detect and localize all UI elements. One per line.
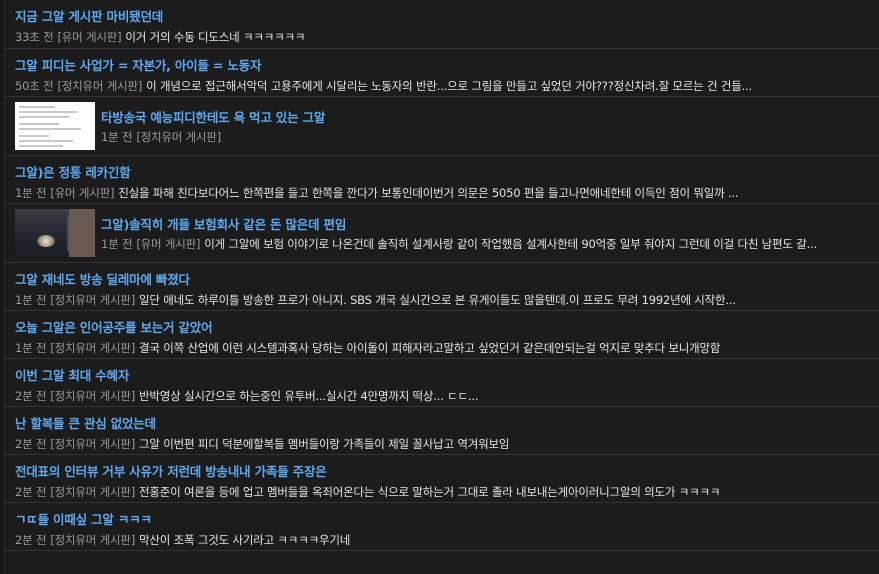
post-board: [정치유머 게시판]	[50, 389, 136, 403]
post-time: 1분 전	[101, 237, 133, 251]
list-item[interactable]: 오늘 그알은 인어공주를 보는거 같았어 1분 전 [정치유머 게시판] 결국 이쪽…	[5, 311, 879, 359]
post-meta: 1분 전 [정치유머 게시판]	[101, 129, 871, 145]
post-time: 2분 전	[15, 437, 47, 451]
post-time: 2분 전	[15, 533, 47, 547]
post-meta: 1분 전 [유머 게시판] 이게 그알에 보험 이야기로 나온건데 솔직히 설계사랑…	[101, 236, 871, 252]
thumbnail-text-line	[19, 135, 49, 137]
post-title[interactable]: 타방송국 예능피디한테도 욕 먹고 있는 그알	[101, 107, 325, 126]
post-excerpt: 진실을 파해 친다보다어느 한쪽편을 들고 한쪽을 깐다가 보통인데이번거 의문…	[118, 186, 739, 200]
list-item[interactable]: 그알)솔직히 개들 보험회사 같은 돈 많은데 편임 1분 전 [유머 게시판] 이…	[5, 204, 879, 263]
post-thumbnail-image[interactable]	[15, 209, 95, 257]
post-meta: 33초 전 [유머 게시판] 이거 거의 수동 디도스네 ㅋㅋㅋㅋㅋㅋ	[15, 29, 865, 45]
post-meta: 2분 전 [정치유머 게시판] 반박영상 실시간으로 하는중인 유투버...실시간 …	[15, 388, 865, 404]
list-item[interactable]: 그알 피디는 사업가 = 자본가, 아이돌 = 노동자 50초 전 [정치유머 게…	[5, 49, 879, 97]
post-board: [정치유머 게시판]	[50, 533, 136, 547]
post-excerpt: 막산이 조폭 그것도 사기라고 ㅋㅋㅋㅋ우기네	[139, 533, 351, 547]
post-excerpt: 반박영상 실시간으로 하는중인 유투버...실시간 4만명까지 떡상... ㄷㄷ…	[139, 389, 479, 403]
post-title[interactable]: 전대표의 인터뷰 거부 사유가 저런데 방송내내 가족들 주장은	[15, 461, 327, 480]
post-time: 33초 전	[15, 30, 54, 44]
post-title[interactable]: 그알)은 정통 레카긴함	[15, 162, 131, 181]
list-item[interactable]: 그알 재네도 방송 딜레마에 빠졌다 1분 전 [정치유머 게시판] 일단 애네도 …	[5, 263, 879, 311]
thumbnail-detail	[69, 209, 95, 257]
thumbnail-text-line	[19, 111, 77, 113]
post-excerpt: 이게 그알에 보험 이야기로 나온건데 솔직히 설계사랑 같이 작업했음 설계사…	[204, 237, 817, 251]
post-title[interactable]: 그알 재네도 방송 딜레마에 빠졌다	[15, 269, 190, 288]
thumbnail-text-line	[19, 145, 63, 147]
post-board: [정치유머 게시판]	[50, 293, 136, 307]
post-board: [정치유머 게시판]	[50, 341, 136, 355]
thumbnail-text-line	[19, 140, 73, 142]
list-item[interactable]: 지금 그알 게시판 마비됐던데 33초 전 [유머 게시판] 이거 거의 수동 디도…	[5, 0, 879, 49]
post-title[interactable]: 난 할복들 큰 관심 없었는데	[15, 413, 156, 432]
post-meta: 2분 전 [정치유머 게시판] 그알 이번편 피디 덕분에할복들 멤버들이랑 가족들…	[15, 436, 865, 452]
thumbnail-text-line	[19, 106, 55, 108]
post-excerpt: 결국 이쪽 산업에 이런 시스템과혹사 당하는 아이돌이 피해자라고말하고 싶었…	[139, 341, 721, 355]
post-time: 1분 전	[15, 293, 47, 307]
post-meta: 2분 전 [정치유머 게시판] 전홍준이 여론을 등에 업고 멤버들을 옥죄어온다는…	[15, 484, 865, 500]
post-board: [정치유머 게시판]	[50, 437, 136, 451]
post-time: 1분 전	[101, 130, 133, 144]
post-meta: 1분 전 [정치유머 게시판] 결국 이쪽 산업에 이런 시스템과혹사 당하는 아이…	[15, 340, 865, 356]
post-time: 2분 전	[15, 389, 47, 403]
post-title[interactable]: 이번 그알 최대 수혜자	[15, 365, 129, 384]
post-meta: 2분 전 [정치유머 게시판] 막산이 조폭 그것도 사기라고 ㅋㅋㅋㅋ우기네	[15, 532, 865, 548]
post-board: [유머 게시판]	[57, 30, 122, 44]
post-title[interactable]: 그알 피디는 사업가 = 자본가, 아이돌 = 노동자	[15, 55, 261, 74]
post-title[interactable]: ㄱㄸ들 이때싶 그알 ㅋㅋㅋ	[15, 509, 152, 528]
post-excerpt: 이 개념으로 접근해서악덕 고용주에게 시달리는 노동자의 반란...으로 그림…	[146, 79, 752, 93]
list-item[interactable]: 이번 그알 최대 수혜자 2분 전 [정치유머 게시판] 반박영상 실시간으로 하는…	[5, 359, 879, 407]
post-board: [유머 게시판]	[136, 237, 201, 251]
post-meta: 50초 전 [정치유머 게시판] 이 개념으로 접근해서악덕 고용주에게 시달리는 …	[15, 78, 865, 94]
list-item[interactable]: 전대표의 인터뷰 거부 사유가 저런데 방송내내 가족들 주장은 2분 전 [정치…	[5, 455, 879, 503]
post-list: 지금 그알 게시판 마비됐던데 33초 전 [유머 게시판] 이거 거의 수동 디도…	[4, 0, 879, 574]
post-time: 1분 전	[15, 341, 47, 355]
list-item[interactable]: 그알)은 정통 레카긴함 1분 전 [유머 게시판] 진실을 파해 친다보다어느 한…	[5, 156, 879, 204]
thumbnail-text-line	[19, 116, 69, 118]
post-title[interactable]: 오늘 그알은 인어공주를 보는거 같았어	[15, 317, 213, 336]
list-item[interactable]: 난 할복들 큰 관심 없었는데 2분 전 [정치유머 게시판] 그알 이번편 피디 …	[5, 407, 879, 455]
post-time: 1분 전	[15, 186, 47, 200]
post-excerpt: 그알 이번편 피디 덕분에할복들 멤버들이랑 가족들이 제일 꼴사납고 역겨워보…	[139, 437, 510, 451]
post-time: 2분 전	[15, 485, 47, 499]
post-board: [정치유머 게시판]	[57, 79, 143, 93]
post-meta: 1분 전 [정치유머 게시판] 일단 애네도 하루이틀 방송한 프로가 아니지. S…	[15, 292, 865, 308]
post-meta: 1분 전 [유머 게시판] 진실을 파해 친다보다어느 한쪽편을 들고 한쪽을 깐다…	[15, 185, 865, 201]
post-excerpt: 일단 애네도 하루이틀 방송한 프로가 아니지. SBS 개국 실시간으로 본 …	[139, 293, 736, 307]
post-title[interactable]: 지금 그알 게시판 마비됐던데	[15, 6, 163, 25]
list-item[interactable]: ㄱㄸ들 이때싶 그알 ㅋㅋㅋ 2분 전 [정치유머 게시판] 막산이 조폭 그것도 …	[5, 503, 879, 551]
list-item[interactable]: 타방송국 예능피디한테도 욕 먹고 있는 그알 1분 전 [정치유머 게시판]	[5, 97, 879, 156]
post-excerpt: 전홍준이 여론을 등에 업고 멤버들을 옥죄어온다는 식으로 말하는거 그대로 …	[139, 485, 721, 499]
post-excerpt: 이거 거의 수동 디도스네 ㅋㅋㅋㅋㅋㅋ	[125, 30, 306, 44]
post-title[interactable]: 그알)솔직히 개들 보험회사 같은 돈 많은데 편임	[101, 214, 346, 233]
thumbnail-light	[37, 235, 55, 247]
post-board: [정치유머 게시판]	[136, 130, 222, 144]
post-board: [정치유머 게시판]	[50, 485, 136, 499]
thumbnail-text-line	[19, 123, 59, 125]
thumbnail-text-line	[19, 128, 81, 130]
post-board: [유머 게시판]	[50, 186, 115, 200]
post-time: 50초 전	[15, 79, 54, 93]
post-thumbnail-image[interactable]	[15, 102, 95, 150]
